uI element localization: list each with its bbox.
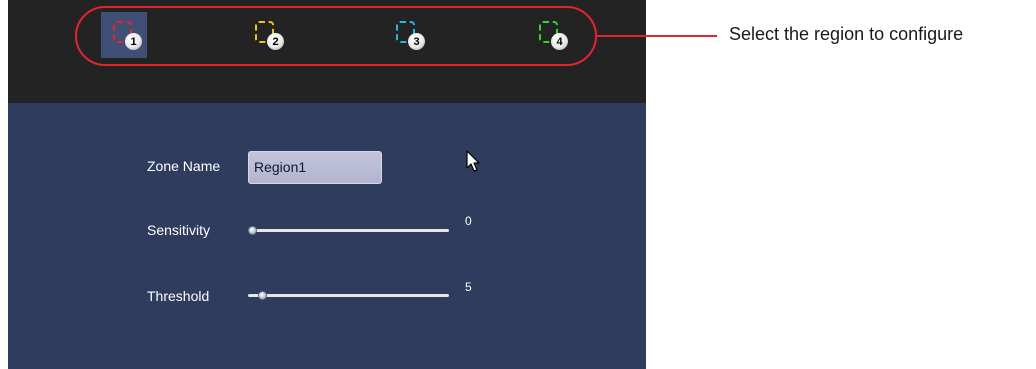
sensitivity-label: Sensitivity	[147, 222, 211, 238]
device-screen: 1 2 3 4	[8, 0, 646, 369]
threshold-slider-thumb[interactable]	[257, 291, 267, 300]
threshold-label: Threshold	[147, 288, 210, 304]
region-4-number: 4	[551, 33, 568, 50]
sensitivity-value: 0	[465, 214, 472, 228]
region-2-number: 2	[267, 33, 284, 50]
zone-name-input[interactable]: Region1	[248, 151, 382, 184]
region-1-button[interactable]: 1	[101, 12, 147, 58]
region-3-number: 3	[408, 33, 425, 50]
region-1-number: 1	[125, 33, 142, 50]
threshold-value: 5	[465, 280, 472, 294]
region-3-button[interactable]: 3	[384, 12, 430, 58]
zone-name-label: Zone Name	[147, 158, 221, 174]
sensitivity-slider-track[interactable]	[248, 229, 449, 232]
callout-line	[597, 35, 717, 37]
mouse-pointer-icon	[466, 150, 480, 172]
threshold-slider-track[interactable]	[248, 294, 449, 297]
region-4-button[interactable]: 4	[527, 12, 573, 58]
zone-settings-panel	[8, 103, 646, 369]
sensitivity-slider-thumb[interactable]	[248, 226, 257, 235]
region-2-button[interactable]: 2	[243, 12, 289, 58]
callout-text: Select the region to configure	[729, 24, 964, 44]
region-toolbar: 1 2 3 4	[8, 0, 646, 103]
